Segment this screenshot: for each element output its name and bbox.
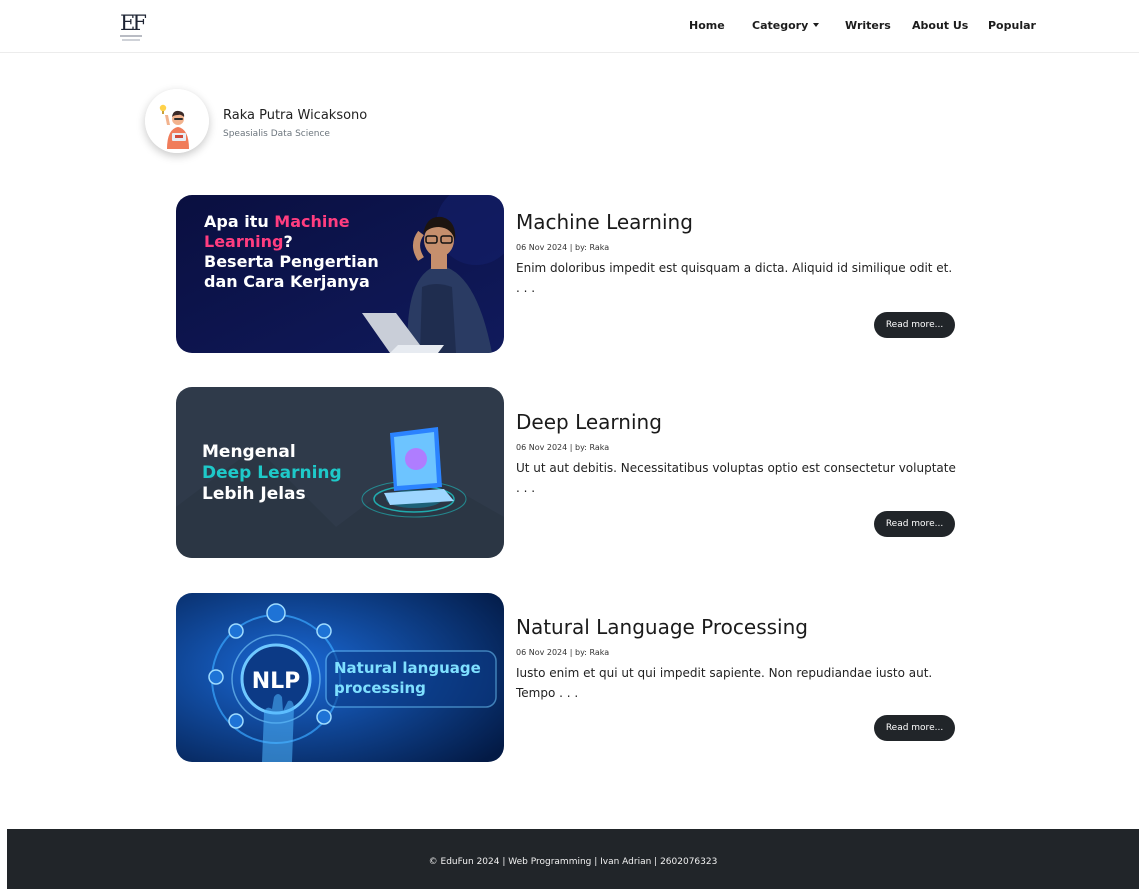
read-more-button[interactable]: Read more... xyxy=(874,511,955,537)
footer-copyright: © EduFun 2024 | Web Programming | Ivan A… xyxy=(428,857,718,867)
author-avatar xyxy=(145,89,209,153)
read-more-button[interactable]: Read more... xyxy=(874,715,955,741)
article-title[interactable]: Natural Language Processing xyxy=(516,615,808,639)
article-thumbnail[interactable]: Mengenal Deep Learning Lebih Jelas xyxy=(176,387,504,558)
site-footer: © EduFun 2024 | Web Programming | Ivan A… xyxy=(7,829,1139,889)
nlp-thumbnail-image: NLP Natural language processing xyxy=(176,593,504,762)
nav-home-link[interactable]: Home xyxy=(689,19,725,33)
caret-down-icon xyxy=(813,23,820,27)
article-card: NLP Natural language processing Natural … xyxy=(176,593,966,762)
svg-text:Beserta Pengertian: Beserta Pengertian xyxy=(204,252,379,271)
nav-category-label: Category xyxy=(752,19,809,32)
article-meta: 06 Nov 2024 | by: Raka xyxy=(516,243,610,252)
nav-about-link[interactable]: About Us xyxy=(912,19,968,33)
article-excerpt: Enim doloribus impedit est quisquam a di… xyxy=(516,261,953,295)
article-meta: 06 Nov 2024 | by: Raka xyxy=(516,443,610,452)
svg-text:processing: processing xyxy=(334,679,426,697)
top-navbar: EF Home Category Writers About Us Popula… xyxy=(0,0,1139,53)
article-card: Mengenal Deep Learning Lebih Jelas Deep … xyxy=(176,387,966,558)
article-thumbnail[interactable]: Apa itu Machine Learning? Beserta Penger… xyxy=(176,195,504,353)
article-card: Apa itu Machine Learning? Beserta Penger… xyxy=(176,195,966,353)
author-role: Speasialis Data Science xyxy=(223,129,330,139)
article-title[interactable]: Deep Learning xyxy=(516,410,662,434)
deep-learning-thumbnail-image: Mengenal Deep Learning Lebih Jelas xyxy=(176,387,504,558)
svg-text:NLP: NLP xyxy=(252,669,301,694)
svg-text:Apa itu Machine: Apa itu Machine xyxy=(204,212,350,231)
nav-popular-link[interactable]: Popular xyxy=(988,19,1036,33)
article-excerpt: Iusto enim et qui ut qui impedit sapient… xyxy=(516,666,933,700)
nav-category-dropdown[interactable]: Category xyxy=(752,19,820,33)
svg-text:Lebih Jelas: Lebih Jelas xyxy=(202,484,306,504)
svg-text:Natural language: Natural language xyxy=(334,659,481,677)
svg-text:Deep Learning: Deep Learning xyxy=(202,463,342,483)
svg-text:Mengenal: Mengenal xyxy=(202,442,296,462)
svg-text:dan Cara Kerjanya: dan Cara Kerjanya xyxy=(204,272,370,291)
avatar-illustration xyxy=(145,89,209,153)
article-title[interactable]: Machine Learning xyxy=(516,210,693,234)
article-thumbnail[interactable]: NLP Natural language processing xyxy=(176,593,504,762)
nav-writers-link[interactable]: Writers xyxy=(845,19,891,33)
nav-links: Home Category Writers About Us Popular xyxy=(0,0,1139,53)
svg-text:Learning?: Learning? xyxy=(204,232,293,251)
read-more-button[interactable]: Read more... xyxy=(874,312,955,338)
article-meta: 06 Nov 2024 | by: Raka xyxy=(516,648,610,657)
article-excerpt: Ut ut aut debitis. Necessitatibus volupt… xyxy=(516,461,956,495)
author-name: Raka Putra Wicaksono xyxy=(223,108,368,123)
machine-learning-thumbnail-image: Apa itu Machine Learning? Beserta Penger… xyxy=(176,195,504,353)
